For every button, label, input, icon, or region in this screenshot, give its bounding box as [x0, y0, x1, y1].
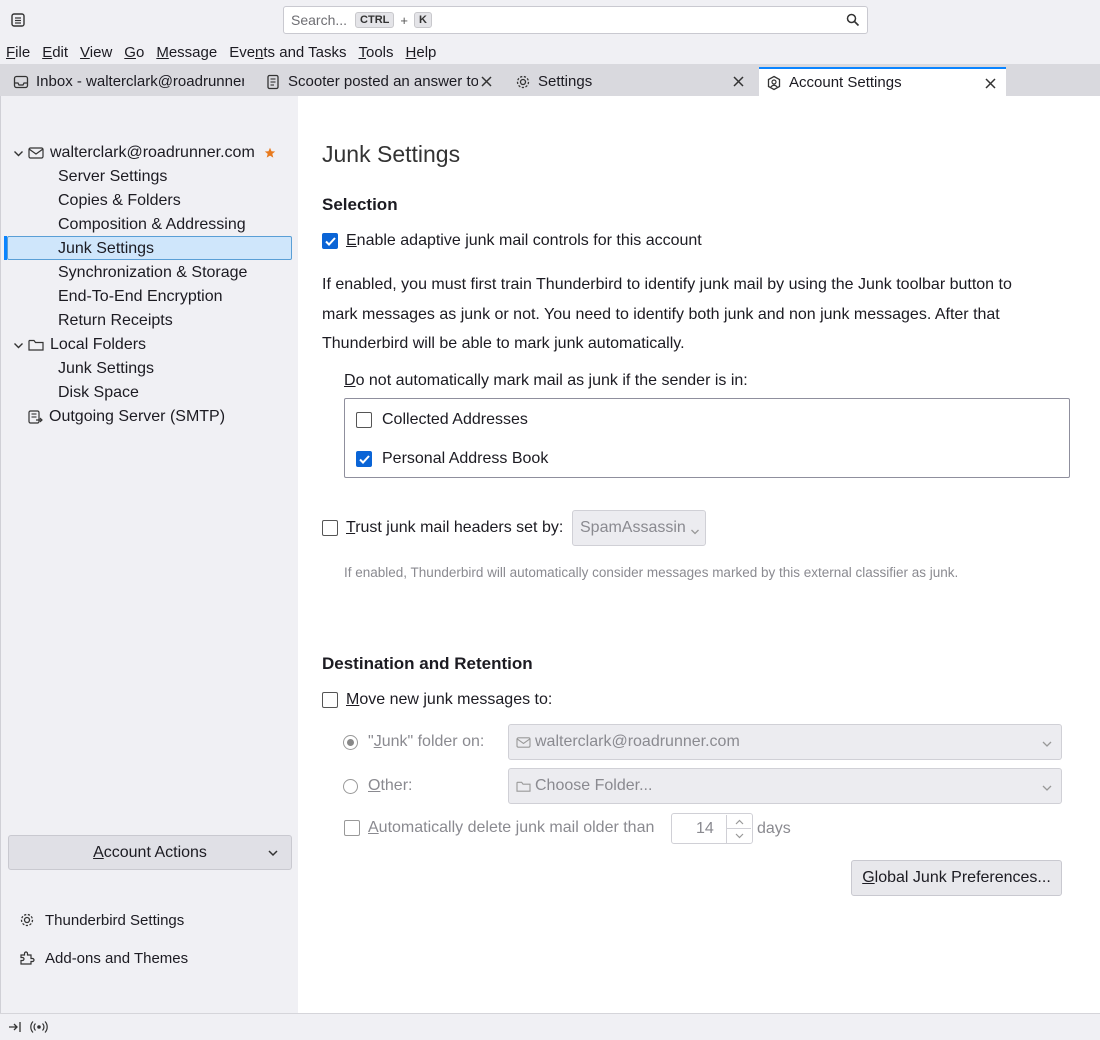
star-icon — [264, 147, 276, 159]
tab-inbox[interactable]: Inbox - walterclark@roadrunner.com — [6, 67, 254, 96]
other-folder-radio[interactable]: Other: — [343, 777, 412, 795]
address-book-item[interactable]: Collected Addresses — [356, 411, 528, 429]
puzzle-icon — [18, 949, 36, 967]
gear-icon — [18, 911, 36, 929]
menu-go[interactable]: Go — [124, 44, 144, 61]
enable-adaptive-junk-checkbox[interactable]: Enable adaptive junk mail controls for t… — [322, 232, 702, 250]
search-icon[interactable] — [846, 13, 860, 31]
tree-item-composition-addressing[interactable]: Composition & Addressing — [58, 213, 246, 237]
tree-item-end-to-end-encryption[interactable]: End-To-End Encryption — [58, 285, 223, 309]
inbox-icon — [12, 73, 30, 91]
radio-unselected[interactable] — [343, 778, 358, 794]
radio-selected[interactable] — [343, 734, 358, 750]
account-settings-main: Junk Settings Selection Enable adaptive … — [298, 96, 1100, 1013]
days-value: 14 — [696, 820, 714, 837]
checkbox-checked[interactable] — [322, 233, 338, 249]
menu-view[interactable]: View — [80, 44, 112, 61]
checkbox-unchecked[interactable] — [322, 520, 338, 536]
junk-folder-on-radio[interactable]: "Junk" folder on: — [343, 733, 484, 751]
menu-file[interactable]: File — [6, 44, 30, 61]
document-icon — [264, 73, 282, 91]
shortcut-key-ctrl: CTRL — [355, 12, 395, 28]
title-bar: Search... CTRL + K — [0, 0, 1100, 40]
menu-tools[interactable]: Tools — [359, 44, 394, 61]
days-label: days — [757, 820, 791, 837]
tree-item-junk-settings-selected[interactable]: Junk Settings — [58, 237, 154, 261]
search-placeholder: Search... — [291, 12, 348, 28]
tree-item-local-junk-settings[interactable]: Junk Settings — [58, 357, 154, 381]
whitelist-label: Do not automatically mark mail as junk i… — [344, 372, 748, 389]
checkbox-unchecked[interactable] — [344, 820, 360, 836]
tree-account-label: walterclark@roadrunner.com — [50, 144, 255, 161]
close-icon[interactable] — [730, 73, 746, 89]
tree-item-return-receipts[interactable]: Return Receipts — [58, 309, 173, 333]
shortcut-plus: + — [400, 12, 408, 28]
tree-local-folders[interactable]: Local Folders — [11, 333, 146, 357]
move-junk-checkbox[interactable]: Move new junk messages to: — [322, 691, 552, 709]
checkbox-unchecked[interactable] — [322, 692, 338, 708]
envelope-account-icon — [28, 145, 44, 161]
choose-folder-select[interactable]: Choose Folder... — [508, 768, 1062, 804]
app-menu-button[interactable] — [8, 10, 28, 30]
chevron-down-icon — [267, 846, 279, 864]
menu-events-tasks[interactable]: Events and Tasks — [229, 44, 346, 61]
spin-down-button[interactable] — [726, 829, 751, 843]
tree-account-walterclark[interactable]: walterclark@roadrunner.com — [11, 141, 276, 165]
auto-delete-junk-checkbox[interactable]: Automatically delete junk mail older tha… — [344, 819, 654, 837]
collapse-sidebar-icon[interactable] — [7, 1019, 23, 1035]
menu-message[interactable]: Message — [156, 44, 217, 61]
global-junk-preferences-button[interactable]: Global Junk Preferences... — [851, 860, 1062, 896]
junk-training-description: If enabled, you must first train Thunder… — [322, 276, 1012, 352]
page-title: Junk Settings — [322, 141, 461, 167]
thunderbird-settings-link[interactable]: Thunderbird Settings — [18, 908, 184, 932]
close-icon[interactable] — [982, 75, 998, 91]
envelope-account-icon — [516, 736, 531, 749]
destination-heading: Destination and Retention — [322, 654, 533, 673]
tab-account-settings[interactable]: Account Settings — [759, 67, 1006, 96]
folder-icon — [516, 780, 531, 793]
trust-classifier-select[interactable]: SpamAssassin — [572, 510, 706, 546]
account-tree-sidebar: walterclark@roadrunner.com Server Settin… — [0, 96, 298, 1013]
days-number-input[interactable]: 14 — [671, 813, 753, 844]
folder-icon — [28, 337, 44, 353]
selection-heading: Selection — [322, 195, 398, 214]
tab-settings[interactable]: Settings — [508, 67, 754, 96]
spin-up-button[interactable] — [726, 815, 751, 829]
trust-junk-headers-checkbox[interactable]: Trust junk mail headers set by: — [322, 519, 563, 537]
junk-folder-account-select[interactable]: walterclark@roadrunner.com — [508, 724, 1062, 760]
tree-selection-indicator — [4, 236, 7, 260]
checkbox-checked[interactable] — [356, 451, 372, 467]
tab-scooter-answer[interactable]: Scooter posted an answer to — [258, 67, 502, 96]
tree-item-copies-folders[interactable]: Copies & Folders — [58, 189, 181, 213]
tree-item-server-settings[interactable]: Server Settings — [58, 165, 167, 189]
menu-help[interactable]: Help — [406, 44, 437, 61]
address-book-whitelist: Collected Addresses Personal Address Boo… — [344, 398, 1070, 478]
chevron-down-icon — [690, 524, 700, 542]
account-settings-icon — [765, 74, 783, 92]
chevron-down-icon — [1041, 781, 1053, 799]
menu-edit[interactable]: Edit — [42, 44, 68, 61]
status-bar — [0, 1013, 1100, 1040]
address-book-item[interactable]: Personal Address Book — [356, 450, 548, 468]
close-icon[interactable] — [478, 73, 494, 89]
online-status-icon[interactable] — [30, 1019, 48, 1035]
tree-outgoing-server[interactable]: Outgoing Server (SMTP) — [27, 405, 225, 429]
chevron-down-icon — [1041, 737, 1053, 755]
search-input[interactable]: Search... CTRL + K — [283, 6, 868, 34]
checkbox-unchecked[interactable] — [356, 412, 372, 428]
gear-icon — [514, 73, 532, 91]
tab-bar: Inbox - walterclark@roadrunner.com Scoot… — [0, 64, 1100, 96]
shortcut-key-k: K — [413, 12, 432, 28]
tree-item-disk-space[interactable]: Disk Space — [58, 381, 139, 405]
chevron-down-icon[interactable] — [11, 146, 25, 160]
account-actions-button[interactable]: Account Actions — [8, 835, 292, 870]
addons-themes-link[interactable]: Add-ons and Themes — [18, 946, 188, 970]
tree-item-synchronization-storage[interactable]: Synchronization & Storage — [58, 261, 247, 285]
outgoing-server-icon — [27, 409, 43, 425]
app-menu-icon — [11, 13, 25, 27]
trust-headers-note: If enabled, Thunderbird will automatical… — [344, 565, 959, 580]
chevron-down-icon[interactable] — [11, 338, 25, 352]
menu-bar: File Edit View Go Message Events and Tas… — [0, 40, 1100, 64]
